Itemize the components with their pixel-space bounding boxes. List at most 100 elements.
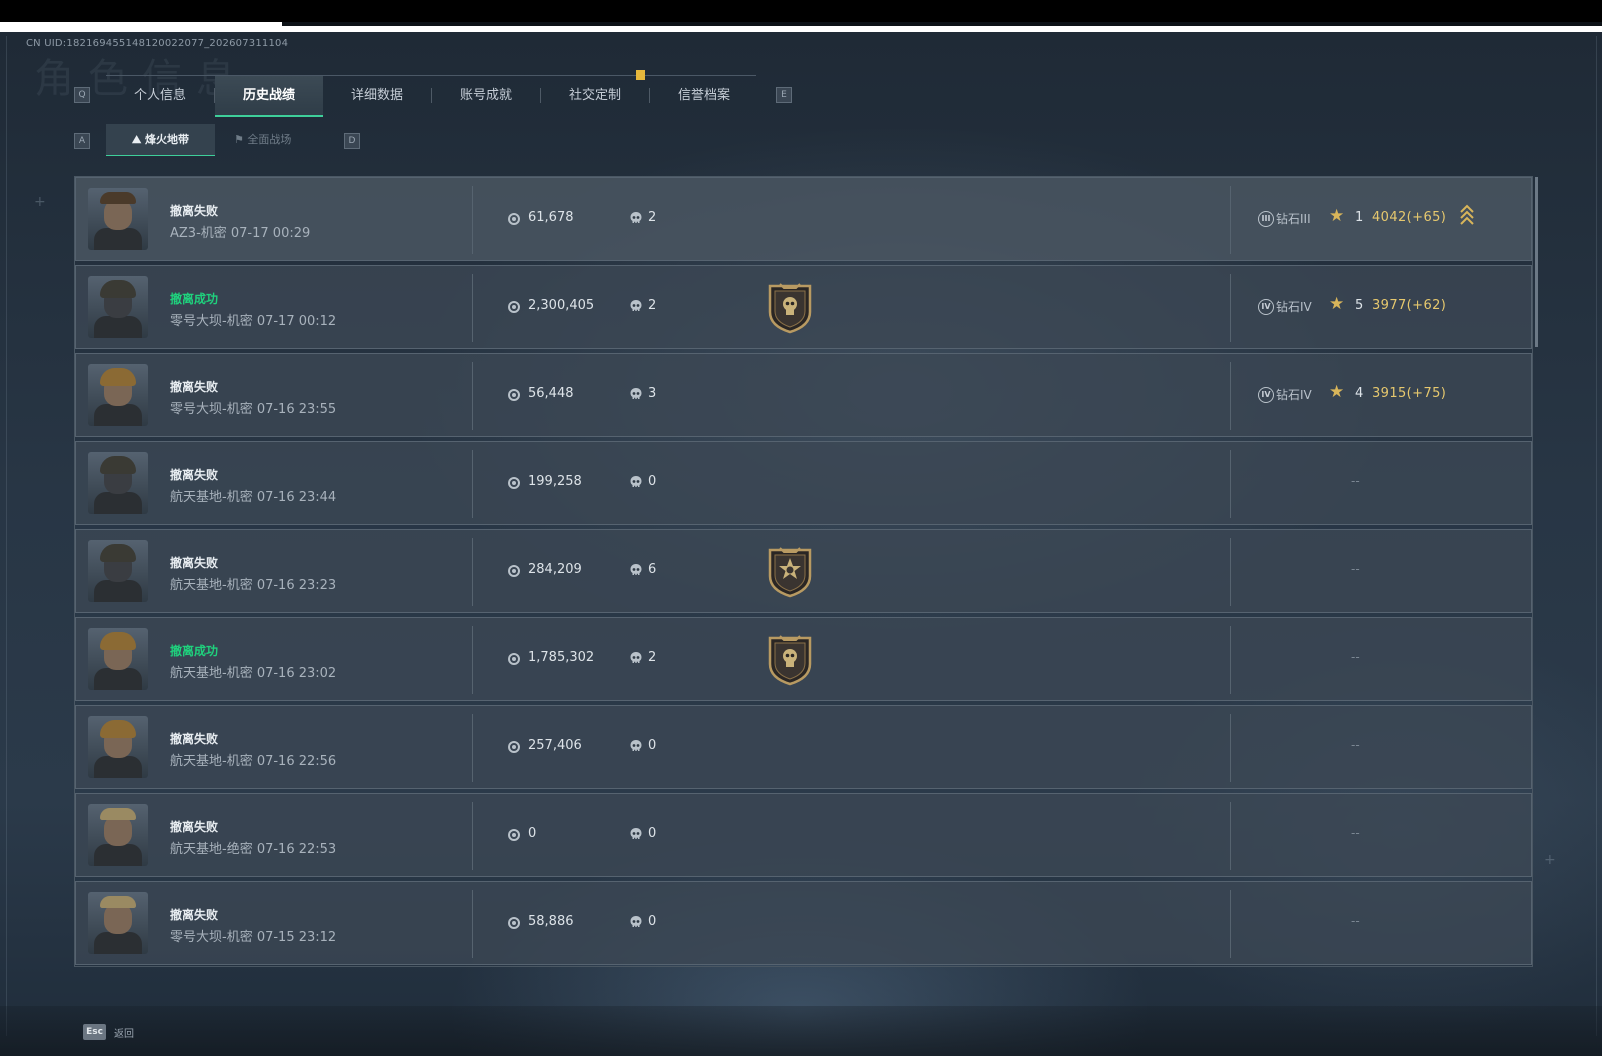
extraction-status: 撤离失败	[170, 732, 219, 746]
tab-credit-record[interactable]: 信誉档案	[650, 76, 758, 115]
extraction-status: 撤离失败	[170, 556, 219, 570]
star-icon: ★	[1329, 382, 1345, 402]
rank-placeholder: --	[1351, 474, 1360, 488]
coin-icon	[508, 565, 520, 577]
map-and-time: 零号大坝-机密 07-16 23:55	[170, 402, 337, 417]
kill-count: 0	[648, 914, 657, 929]
operator-portrait	[88, 804, 148, 866]
loot-value: 257,406	[528, 738, 582, 753]
skull-icon	[630, 651, 642, 665]
shield-skull-badge-icon	[766, 634, 814, 686]
rank-placeholder: --	[1351, 562, 1360, 576]
tab-achievements[interactable]: 账号成就	[432, 76, 540, 115]
match-row[interactable]: 撤离失败 零号大坝-机密 07-15 23:12 58,886 0 --	[75, 881, 1532, 965]
extraction-status: 撤离成功	[170, 644, 219, 658]
operator-portrait	[88, 188, 148, 250]
esc-key[interactable]: Esc	[83, 1024, 106, 1040]
column-divider	[1230, 714, 1231, 782]
extraction-status: 撤离成功	[170, 292, 219, 306]
loot-value: 199,258	[528, 474, 582, 489]
rank-score: 3977(+62)	[1372, 298, 1447, 313]
column-divider	[472, 802, 473, 870]
loot-value: 0	[528, 826, 537, 841]
deco-cross: +	[34, 194, 46, 210]
diamond-rank-icon: IV	[1258, 299, 1274, 315]
match-history-list: 撤离失败 AZ3-机密 07-17 00:29 61,678 2 III 钻石III ★ 1 4…	[74, 176, 1533, 967]
back-label[interactable]: 返回	[114, 1025, 134, 1040]
kill-count: 0	[648, 738, 657, 753]
prev-subtab-key[interactable]: A	[74, 133, 90, 149]
rank-placeholder: --	[1351, 914, 1360, 928]
column-divider	[472, 450, 473, 518]
kill-count: 0	[648, 826, 657, 841]
column-divider	[472, 538, 473, 606]
extraction-status: 撤离失败	[170, 204, 219, 218]
column-divider	[472, 714, 473, 782]
match-row[interactable]: 撤离失败 航天基地-机密 07-16 23:23 284,209 6 --	[75, 529, 1532, 613]
operator-portrait	[88, 716, 148, 778]
loot-value: 2,300,405	[528, 298, 595, 313]
coin-icon	[508, 917, 520, 929]
kill-count: 2	[648, 650, 657, 665]
next-tab-key[interactable]: E	[776, 87, 792, 103]
coin-icon	[508, 301, 520, 313]
coin-icon	[508, 477, 520, 489]
match-row[interactable]: 撤离失败 AZ3-机密 07-17 00:29 61,678 2 III 钻石III ★ 1 4…	[75, 177, 1532, 261]
match-row[interactable]: 撤离失败航天基地-机密 07-16 22:56 257,406 0 --	[75, 705, 1532, 789]
tab-social-custom[interactable]: 社交定制	[541, 76, 649, 115]
match-row[interactable]: 撤离失败 零号大坝-机密 07-16 23:55 56,448 3 IV 钻石IV ★ 4 39…	[75, 353, 1532, 437]
flag-icon: ⚑	[234, 133, 248, 146]
star-count: 4	[1355, 386, 1364, 401]
scrollbar[interactable]	[1535, 177, 1538, 347]
extraction-status: 撤离失败	[170, 468, 219, 482]
match-row[interactable]: 撤离成功 零号大坝-机密 07-17 00:12 2,300,405 2 IV 钻石IV ★…	[75, 265, 1532, 349]
loot-value: 284,209	[528, 562, 582, 577]
rank-placeholder: --	[1351, 738, 1360, 752]
subtab-warfare[interactable]: ⚑ 全面战场	[234, 124, 324, 155]
column-divider	[472, 362, 473, 430]
tab-personal-info[interactable]: 个人信息	[106, 76, 214, 115]
map-and-time: 航天基地-机密 07-16 23:02	[170, 666, 337, 681]
loot-value: 1,785,302	[528, 650, 595, 665]
deco-cross: +	[1544, 852, 1556, 868]
skull-icon	[630, 915, 642, 929]
tab-detailed-data[interactable]: 详细数据	[323, 76, 431, 115]
subtab-operations[interactable]: ⛰ 烽火地带	[106, 124, 215, 156]
star-icon: ★	[1329, 294, 1345, 314]
next-subtab-key[interactable]: D	[344, 133, 360, 149]
match-row[interactable]: 撤离成功航天基地-机密 07-16 23:02 1,785,302 2 --	[75, 617, 1532, 701]
map-and-time: 零号大坝-机密 07-15 23:12	[170, 930, 337, 945]
notification-dot	[636, 70, 645, 80]
top-white-strip	[0, 22, 1602, 32]
map-and-time: 航天基地-机密 07-16 22:56	[170, 754, 337, 769]
match-row[interactable]: 撤离失败 航天基地-机密 07-16 23:44 199,258 0 --	[75, 441, 1532, 525]
map-and-time: 航天基地-机密 07-16 23:23	[170, 578, 337, 593]
extraction-status: 撤离失败	[170, 908, 219, 922]
column-divider	[1230, 626, 1231, 694]
operator-portrait	[88, 628, 148, 690]
star-count: 1	[1355, 210, 1364, 225]
rank-placeholder: --	[1351, 650, 1360, 664]
coin-icon	[508, 829, 520, 841]
map-and-time: 航天基地-绝密 07-16 22:53	[170, 842, 337, 857]
kill-count: 3	[648, 386, 657, 401]
prev-tab-key[interactable]: Q	[74, 87, 90, 103]
column-divider	[1230, 802, 1231, 870]
diamond-rank-icon: III	[1258, 211, 1274, 227]
skull-icon	[630, 475, 642, 489]
tab-match-history[interactable]: 历史战绩	[215, 76, 323, 117]
kill-count: 0	[648, 474, 657, 489]
column-divider	[1230, 538, 1231, 606]
match-row[interactable]: 撤离失败航天基地-绝密 07-16 22:53 0 0 --	[75, 793, 1532, 877]
rank-placeholder: --	[1351, 826, 1360, 840]
operator-portrait	[88, 892, 148, 954]
column-divider	[472, 274, 473, 342]
column-divider	[1230, 274, 1231, 342]
rank-name: 钻石III	[1276, 212, 1311, 226]
column-divider	[1230, 362, 1231, 430]
map-and-time: AZ3-机密 07-17 00:29	[170, 226, 311, 241]
star-icon: ★	[1329, 206, 1345, 226]
extraction-status: 撤离失败	[170, 820, 219, 834]
rank-score: 3915(+75)	[1372, 386, 1447, 401]
rank-name: 钻石IV	[1276, 300, 1312, 314]
